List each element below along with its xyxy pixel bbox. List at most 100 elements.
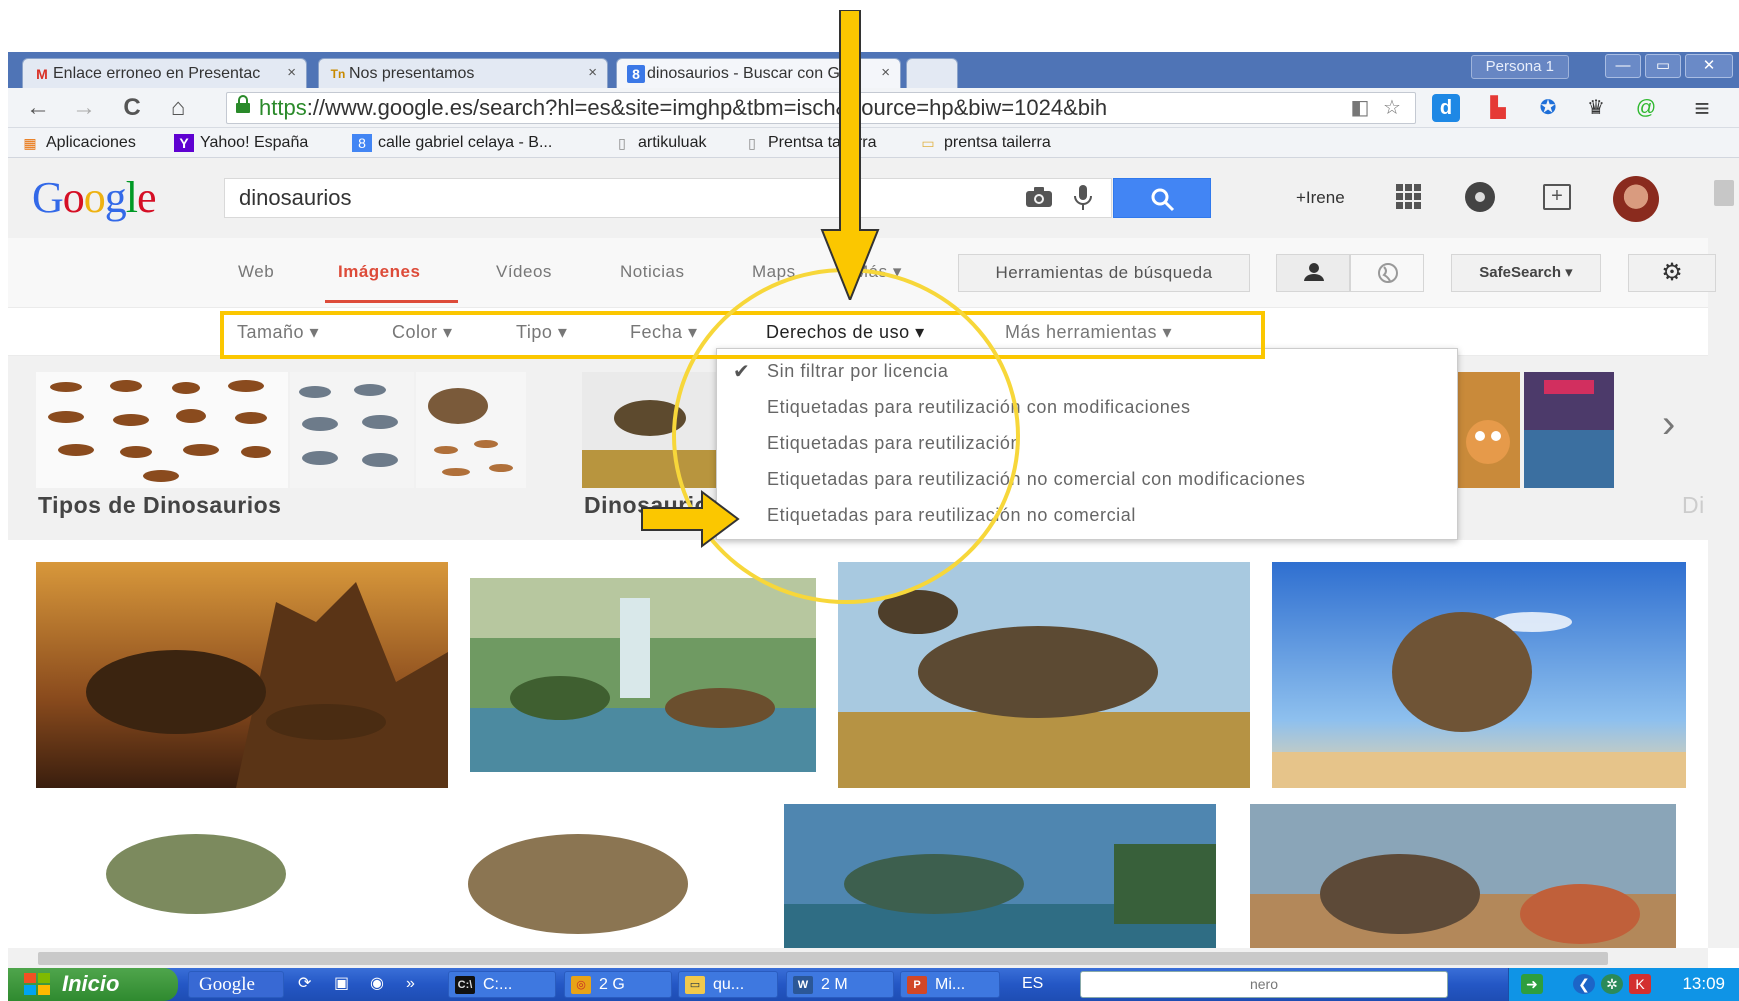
clock: 13:09 <box>1682 974 1725 993</box>
restore-button[interactable]: ▭ <box>1645 54 1681 78</box>
microphone-icon[interactable] <box>1070 184 1096 212</box>
related-thumb-types-3[interactable] <box>416 372 526 488</box>
related-thumb-other-1[interactable] <box>1456 372 1520 488</box>
minimize-button[interactable]: — <box>1605 54 1641 78</box>
share-plus-icon[interactable]: + <box>1543 184 1571 210</box>
private-results-button[interactable] <box>1276 254 1350 292</box>
search-input[interactable]: dinosaurios <box>224 178 1112 218</box>
tab-web[interactable]: Web <box>238 262 274 282</box>
folder-icon: ▭ <box>685 976 705 994</box>
image-result[interactable] <box>36 562 448 788</box>
star-icon[interactable]: ☆ <box>1378 94 1406 122</box>
image-result[interactable] <box>1272 562 1686 788</box>
antivirus-tray-icon[interactable]: K <box>1629 974 1651 994</box>
image-result[interactable] <box>1250 804 1676 948</box>
vertical-scrollbar-thumb[interactable] <box>1714 180 1734 206</box>
related-label[interactable]: Di <box>1682 492 1705 519</box>
extension-loop-icon[interactable]: @ <box>1632 94 1660 122</box>
quicklaunch-overflow-icon[interactable]: » <box>406 971 428 998</box>
image-result[interactable] <box>470 578 816 772</box>
related-thumb-other-2[interactable] <box>1524 372 1614 488</box>
tab-title: Nos presentamos <box>349 64 475 82</box>
notifications-icon[interactable] <box>1465 182 1495 212</box>
task-powerpoint[interactable]: P Mi... <box>900 971 1000 998</box>
extension-d-icon[interactable]: d <box>1432 94 1460 122</box>
quicklaunch-icon[interactable]: ⟳ <box>298 971 326 998</box>
task-label: qu... <box>713 976 745 993</box>
task-label: C:... <box>483 976 513 993</box>
new-tab-button[interactable] <box>906 58 958 88</box>
related-thumb-types-1[interactable] <box>36 372 288 488</box>
quicklaunch-icon[interactable]: ◉ <box>370 971 398 998</box>
search-tools-button[interactable]: Herramientas de búsqueda <box>958 254 1250 292</box>
cmd-icon: C:\ <box>455 976 475 994</box>
extension-star-icon[interactable]: ✪ <box>1534 94 1562 122</box>
related-label[interactable]: Tipos de Dinosaurios <box>38 492 281 519</box>
task-word[interactable]: W 2 M <box>786 971 894 998</box>
screenshot: M Enlace erroneo en Presentac × Tn Nos p… <box>0 0 1739 1001</box>
chevron-right-icon[interactable]: › <box>1662 402 1675 447</box>
image-result[interactable] <box>36 804 402 948</box>
bookmark-calle[interactable]: 8 calle gabriel celaya - B... <box>352 132 552 154</box>
tab-videos[interactable]: Vídeos <box>496 262 552 282</box>
public-results-button[interactable] <box>1350 254 1424 292</box>
google-logo[interactable]: Google <box>32 172 157 223</box>
page-icon: ▯ <box>748 135 756 151</box>
related-thumb-types-2[interactable] <box>290 372 414 488</box>
tab-tinypic[interactable]: Tn Nos presentamos × <box>318 58 608 88</box>
image-result[interactable] <box>838 562 1250 788</box>
bookmark-prentsa-folder[interactable]: ▭ prentsa tailerra <box>918 132 1051 154</box>
apps-grid-icon[interactable] <box>1394 182 1424 212</box>
avatar[interactable] <box>1613 176 1659 222</box>
powerpoint-icon: P <box>907 976 927 994</box>
image-result[interactable] <box>784 804 1216 948</box>
tab-images[interactable]: Imágenes <box>338 262 420 282</box>
network-tray-icon[interactable]: ✲ <box>1601 974 1623 994</box>
menu-icon[interactable]: ≡ <box>1688 94 1716 122</box>
tab-gmail[interactable]: M Enlace erroneo en Presentac × <box>22 58 307 88</box>
bookmark-label: prentsa tailerra <box>944 134 1051 151</box>
tab-news[interactable]: Noticias <box>620 262 684 282</box>
lock-icon <box>235 93 251 123</box>
forward-button[interactable]: → <box>70 94 98 122</box>
yahoo-icon: Y <box>174 134 194 152</box>
language-indicator[interactable]: ES <box>1012 971 1060 998</box>
globe-icon <box>1378 263 1398 283</box>
quicklaunch-icon[interactable]: ▣ <box>334 971 362 998</box>
horizontal-scrollbar[interactable] <box>8 948 1708 968</box>
search-button[interactable] <box>1113 178 1211 218</box>
close-icon[interactable]: × <box>588 64 597 81</box>
image-result[interactable] <box>428 804 754 948</box>
extension-crown-icon[interactable]: ♛ <box>1582 94 1610 122</box>
extension-flag-icon[interactable]: ▙ <box>1484 94 1512 122</box>
settings-gear-icon[interactable]: ⚙ <box>1628 254 1716 292</box>
translate-icon[interactable]: ◧ <box>1346 94 1374 122</box>
google-toolbar[interactable]: Google <box>188 971 284 998</box>
task-folder[interactable]: ▭ qu... <box>678 971 778 998</box>
safesearch-button[interactable]: SafeSearch ▾ <box>1451 254 1601 292</box>
bookmark-apps[interactable]: ▦ Aplicaciones <box>20 132 136 154</box>
task-chrome[interactable]: ◎ 2 G <box>564 971 672 998</box>
user-link[interactable]: +Irene <box>1296 188 1345 208</box>
back-button[interactable]: ← <box>24 94 52 122</box>
close-icon[interactable]: × <box>287 64 296 81</box>
annotation-arrow-down-icon <box>820 10 880 300</box>
bookmark-label: Aplicaciones <box>46 134 136 151</box>
bookmark-artikuluak[interactable]: ▯ artikuluak <box>612 132 706 154</box>
task-cmd[interactable]: C:\ C:... <box>448 971 556 998</box>
start-button[interactable]: Inicio <box>8 968 178 1001</box>
horizontal-scrollbar-thumb[interactable] <box>38 952 1608 965</box>
nero-search-box[interactable]: nero <box>1080 971 1448 998</box>
task-label: 2 G <box>599 976 625 993</box>
logo-letter: l <box>125 173 138 222</box>
home-button[interactable]: ⌂ <box>164 94 192 122</box>
bookmark-yahoo[interactable]: Y Yahoo! España <box>174 132 308 154</box>
persona-button[interactable]: Persona 1 <box>1470 55 1569 79</box>
annotation-arrow-right-icon <box>641 490 740 548</box>
reload-button[interactable]: C <box>118 94 146 122</box>
back-tray-icon[interactable]: ❮ <box>1573 974 1595 994</box>
google-icon: 8 <box>627 65 645 83</box>
window-close-button[interactable]: ✕ <box>1685 54 1733 78</box>
arrow-tray-icon[interactable]: ➜ <box>1521 974 1543 994</box>
camera-icon[interactable] <box>1024 186 1054 212</box>
